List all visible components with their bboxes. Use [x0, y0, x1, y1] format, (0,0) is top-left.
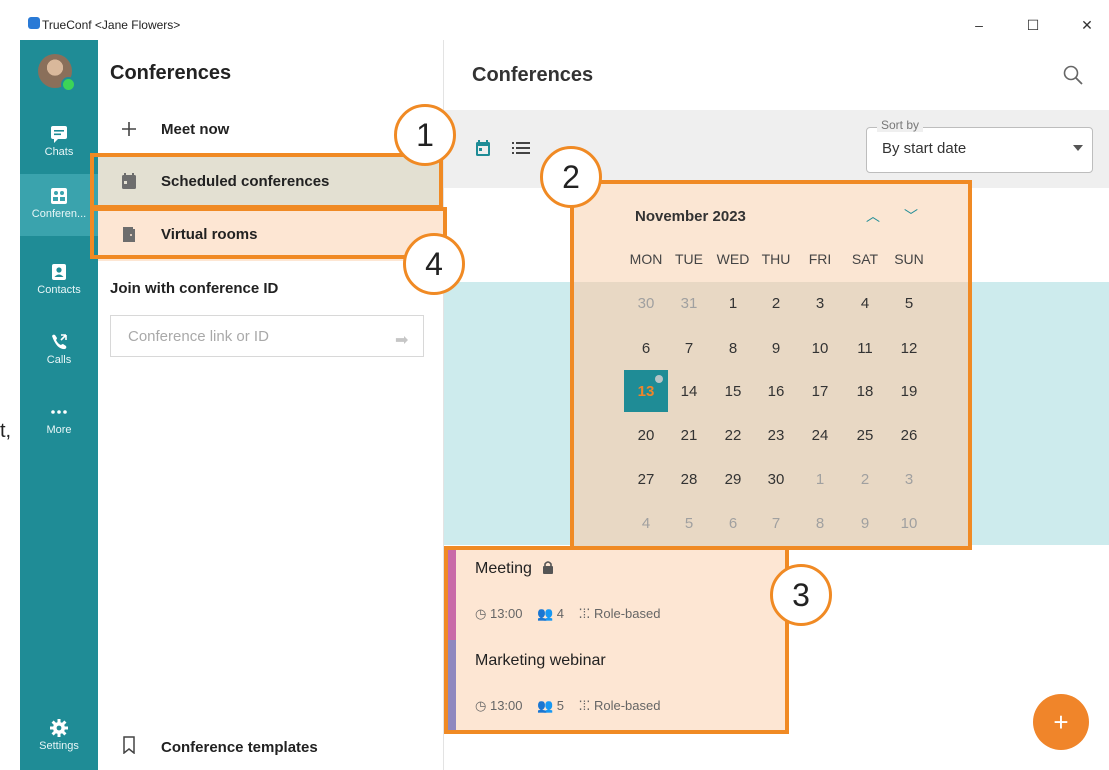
sort-value: By start date — [882, 140, 967, 157]
rail-item-contacts[interactable]: Contacts — [20, 250, 98, 312]
rail-label: Conferen... — [31, 208, 87, 220]
bookmark-icon — [123, 736, 135, 754]
create-conference-button[interactable]: + — [1033, 694, 1089, 750]
rail-item-more[interactable]: More — [20, 394, 98, 456]
rail-label: Chats — [44, 146, 74, 158]
arrow-right-icon[interactable]: ➡ — [395, 330, 408, 350]
rail-item-chats[interactable]: Chats — [20, 112, 98, 174]
title-bar: TrueConf <Jane Flowers> – ☐ ✕ — [20, 10, 1109, 40]
conference-templates-item[interactable]: Conference templates — [98, 718, 443, 770]
online-status-icon — [61, 77, 76, 92]
annotation-box-2 — [570, 180, 972, 550]
close-button[interactable]: ✕ — [1072, 14, 1102, 36]
rail-label: Calls — [46, 354, 72, 366]
maximize-button[interactable]: ☐ — [1018, 14, 1048, 36]
chat-icon — [51, 126, 67, 143]
annotation-marker-1: 1 — [394, 104, 456, 166]
calls-icon — [52, 334, 67, 350]
calendar-view-icon[interactable] — [474, 139, 492, 157]
meet-now-item[interactable]: Meet now — [98, 104, 443, 156]
conferences-panel: Conferences Meet now Scheduled conferenc… — [98, 40, 444, 770]
meet-now-label: Meet now — [161, 121, 230, 138]
join-conference-heading: Join with conference ID — [110, 280, 279, 297]
annotation-marker-3: 3 — [770, 564, 832, 626]
rail-label: Settings — [39, 740, 79, 752]
sort-label: Sort by — [877, 118, 924, 132]
conference-icon — [51, 188, 67, 204]
rail-label: More — [46, 424, 72, 436]
gear-icon — [50, 719, 68, 737]
conference-templates-label: Conference templates — [161, 739, 318, 756]
chevron-down-icon[interactable] — [1073, 145, 1083, 151]
rail-label: Contacts — [37, 284, 81, 296]
minimize-button[interactable]: – — [964, 14, 994, 36]
rail-item-settings[interactable]: Settings — [20, 706, 98, 768]
contacts-icon — [52, 264, 66, 280]
window-title: TrueConf <Jane Flowers> — [42, 18, 181, 32]
conference-id-input[interactable] — [126, 327, 380, 346]
more-icon — [51, 410, 67, 414]
trueconf-logo-icon — [28, 17, 40, 29]
search-icon[interactable] — [1062, 64, 1084, 86]
annotation-box-3 — [444, 546, 789, 734]
annotation-box-4 — [90, 207, 447, 259]
background-text: t, — [0, 420, 12, 442]
annotation-box-1 — [90, 153, 443, 209]
list-view-icon[interactable] — [511, 139, 531, 157]
rail-item-calls[interactable]: Calls — [20, 320, 98, 382]
rail-item-conferences[interactable]: Conferen... — [20, 174, 98, 236]
annotation-marker-4: 4 — [403, 233, 465, 295]
annotation-marker-2: 2 — [540, 146, 602, 208]
conference-id-field[interactable] — [110, 315, 424, 357]
panel-title: Conferences — [110, 62, 232, 84]
plus-icon — [122, 122, 136, 136]
page-title: Conferences — [472, 64, 594, 86]
